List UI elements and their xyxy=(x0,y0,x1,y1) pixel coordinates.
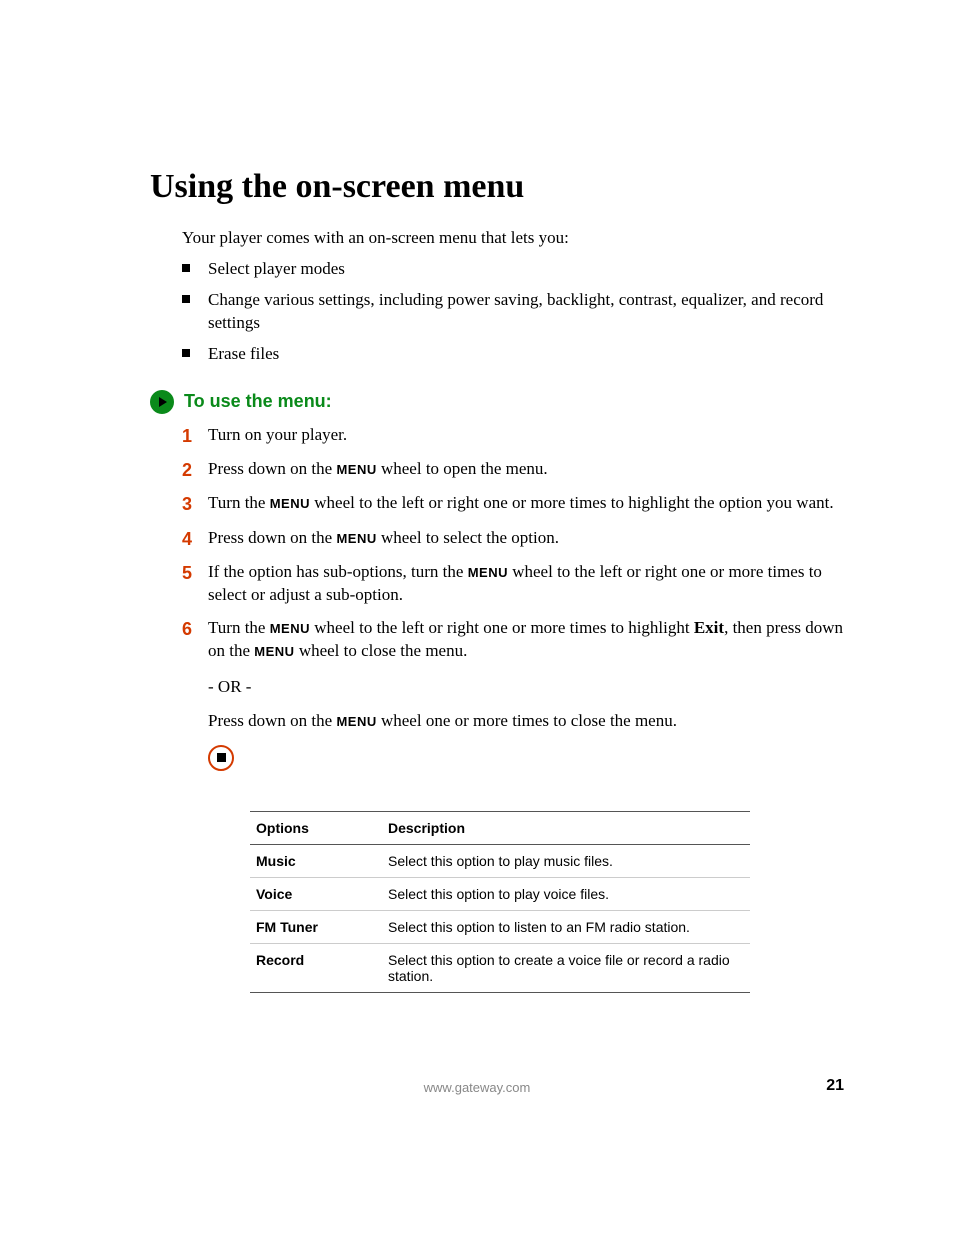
step-number: 6 xyxy=(182,617,208,663)
table-cell-desc: Select this option to play music files. xyxy=(382,844,750,877)
table-cell-desc: Select this option to play voice files. xyxy=(382,877,750,910)
table-row: Record Select this option to create a vo… xyxy=(250,943,750,992)
footer-url: www.gateway.com xyxy=(0,1080,954,1095)
table-header: Options xyxy=(250,811,382,844)
play-icon xyxy=(150,390,174,414)
step-item: 4 Press down on the MENU wheel to select… xyxy=(182,527,850,551)
step-item: 1 Turn on your player. xyxy=(182,424,850,448)
page-title: Using the on-screen menu xyxy=(150,168,850,206)
or-separator: - OR - xyxy=(208,677,850,697)
table-row: FM Tuner Select this option to listen to… xyxy=(250,910,750,943)
page-content: Using the on-screen menu Your player com… xyxy=(150,168,850,993)
step-text: Turn the MENU wheel to the left or right… xyxy=(208,492,850,516)
step-item: 5 If the option has sub-options, turn th… xyxy=(182,561,850,607)
continuation-text: Press down on the MENU wheel one or more… xyxy=(208,711,850,731)
stop-icon xyxy=(208,745,234,771)
step-item: 2 Press down on the MENU wheel to open t… xyxy=(182,458,850,482)
step-text: Press down on the MENU wheel to open the… xyxy=(208,458,850,482)
table-cell-desc: Select this option to create a voice fil… xyxy=(382,943,750,992)
step-text: Press down on the MENU wheel to select t… xyxy=(208,527,850,551)
step-number: 2 xyxy=(182,458,208,482)
table-cell-option: Record xyxy=(250,943,382,992)
step-number: 3 xyxy=(182,492,208,516)
bullet-item: Change various settings, including power… xyxy=(182,289,850,335)
bullet-item: Erase files xyxy=(182,343,850,366)
step-number: 4 xyxy=(182,527,208,551)
step-text: Turn on your player. xyxy=(208,424,850,448)
table-cell-option: FM Tuner xyxy=(250,910,382,943)
section-title: To use the menu: xyxy=(184,391,332,412)
table-header-row: Options Description xyxy=(250,811,750,844)
bullet-item: Select player modes xyxy=(182,258,850,281)
table-cell-option: Voice xyxy=(250,877,382,910)
section-header: To use the menu: xyxy=(150,390,850,414)
document-page: Using the on-screen menu Your player com… xyxy=(0,0,954,1235)
step-number: 1 xyxy=(182,424,208,448)
step-item: 3 Turn the MENU wheel to the left or rig… xyxy=(182,492,850,516)
step-number: 5 xyxy=(182,561,208,607)
page-number: 21 xyxy=(826,1077,844,1095)
step-text: Turn the MENU wheel to the left or right… xyxy=(208,617,850,663)
procedure-section: To use the menu: 1 Turn on your player. … xyxy=(150,390,850,993)
intro-text: Your player comes with an on-screen menu… xyxy=(182,228,850,248)
step-list: 1 Turn on your player. 2 Press down on t… xyxy=(182,424,850,663)
step-item: 6 Turn the MENU wheel to the left or rig… xyxy=(182,617,850,663)
table-cell-desc: Select this option to listen to an FM ra… xyxy=(382,910,750,943)
step-text: If the option has sub-options, turn the … xyxy=(208,561,850,607)
table-row: Voice Select this option to play voice f… xyxy=(250,877,750,910)
bullet-list: Select player modes Change various setti… xyxy=(182,258,850,366)
table-header: Description xyxy=(382,811,750,844)
table-cell-option: Music xyxy=(250,844,382,877)
options-table: Options Description Music Select this op… xyxy=(250,811,750,993)
table-row: Music Select this option to play music f… xyxy=(250,844,750,877)
